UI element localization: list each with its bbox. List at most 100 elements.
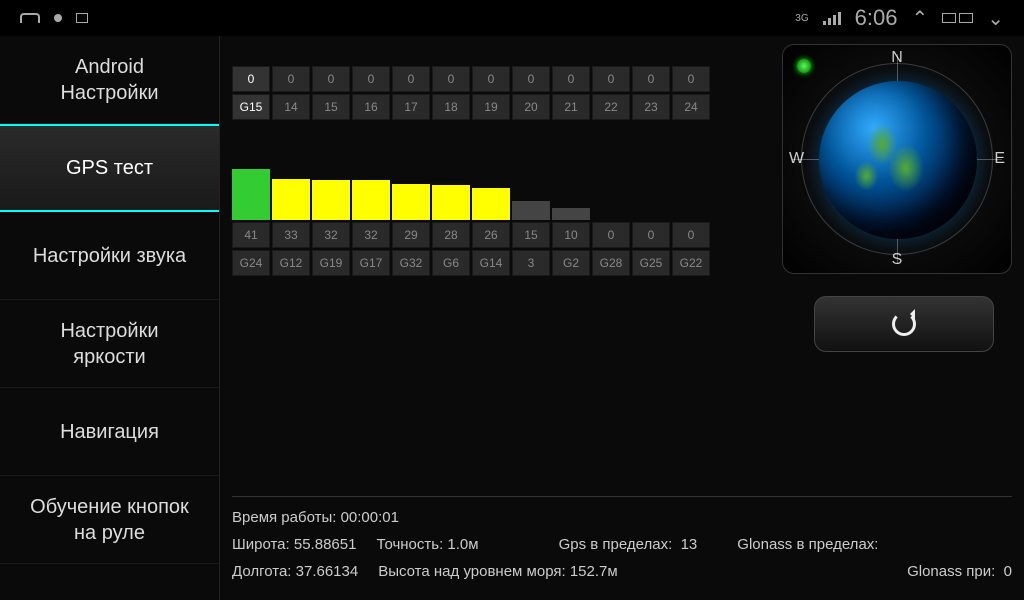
sat-cell: 14	[272, 94, 310, 120]
sat-cell: 0	[592, 66, 630, 92]
sat-cell: G12	[272, 250, 310, 276]
sat-cell: 0	[552, 66, 590, 92]
sidebar-item-android-settings[interactable]: Android Настройки	[0, 36, 219, 124]
sidebar-item-gps-test[interactable]: GPS тест	[0, 124, 219, 212]
lon-value: 37.66134	[296, 563, 359, 580]
lat-label: Широта:	[232, 536, 290, 553]
sat-cell: 29	[392, 222, 430, 248]
status-bar: 3G 6:06 ⌃ ⌄	[0, 0, 1024, 36]
refresh-button[interactable]	[814, 296, 994, 352]
sat-cell: 0	[272, 66, 310, 92]
sat-cell: G24	[232, 250, 270, 276]
signal-bar	[352, 180, 390, 220]
lon-label: Долгота:	[232, 563, 291, 580]
sat-cell: 15	[512, 222, 550, 248]
sat-cell: 32	[352, 222, 390, 248]
signal-bar	[512, 201, 550, 220]
signal-bar	[272, 179, 310, 220]
sat-cell: 15	[312, 94, 350, 120]
sat-cell: 23	[632, 94, 670, 120]
sat-cell: 28	[432, 222, 470, 248]
sat-cell: G17	[352, 250, 390, 276]
sat-cell: 3	[512, 250, 550, 276]
compass-e: E	[994, 150, 1005, 168]
compass-n: N	[891, 49, 903, 67]
refresh-icon	[892, 312, 916, 336]
sat-cell: 0	[512, 66, 550, 92]
gps-in-label: Gps в пределах:	[559, 536, 673, 553]
sat-cell: 0	[672, 222, 710, 248]
gps-in-value: 13	[681, 536, 698, 553]
sat-cell: 0	[392, 66, 430, 92]
signal-bar	[392, 184, 430, 220]
sat-cell: 0	[672, 66, 710, 92]
sat-cell: 0	[632, 222, 670, 248]
sidebar-item-steering-wheel[interactable]: Обучение кнопок на руле	[0, 476, 219, 564]
glo-at-label: Glonass при:	[907, 563, 995, 580]
sat-cell: 16	[352, 94, 390, 120]
sat-cell: 21	[552, 94, 590, 120]
glo-at-value: 0	[1004, 563, 1012, 580]
acc-value: 1.0м	[447, 536, 478, 553]
sat-cell: 0	[352, 66, 390, 92]
recent-apps-icon[interactable]	[942, 13, 973, 23]
acc-label: Точность:	[376, 536, 443, 553]
signal-bar	[312, 180, 350, 220]
sat-cell: G6	[432, 250, 470, 276]
sat-cell: 26	[472, 222, 510, 248]
network-label: 3G	[795, 13, 808, 24]
sat-cell: 10	[552, 222, 590, 248]
compass-widget: N S E W	[782, 44, 1012, 274]
sat-cell: 32	[312, 222, 350, 248]
sat-cell: G22	[672, 250, 710, 276]
clock: 6:06	[855, 5, 898, 31]
sat-cell: 24	[672, 94, 710, 120]
alt-value: 152.7м	[570, 563, 618, 580]
sat-cell: 41	[232, 222, 270, 248]
chevron-down-icon[interactable]: ⌄	[987, 6, 1004, 31]
sat-cell: G15	[232, 94, 270, 120]
sat-cell: 17	[392, 94, 430, 120]
sidebar: Android Настройки GPS тест Настройки зву…	[0, 36, 220, 600]
compass-s: S	[892, 251, 903, 269]
signal-bar	[472, 188, 510, 220]
info-panel: Время работы: 00:00:01 Широта: 55.88651 …	[232, 496, 1012, 590]
status-led-icon	[797, 59, 811, 73]
uptime-label: Время работы:	[232, 509, 336, 526]
signal-bar	[552, 208, 590, 220]
glo-in-label: Glonass в пределах:	[737, 536, 878, 553]
sat-cell: G25	[632, 250, 670, 276]
signal-bar	[232, 169, 270, 220]
globe-icon	[819, 81, 977, 239]
sat-cell: G32	[392, 250, 430, 276]
lat-value: 55.88651	[294, 536, 357, 553]
record-icon	[54, 14, 62, 22]
uptime-value: 00:00:01	[341, 509, 399, 526]
sat-cell: G19	[312, 250, 350, 276]
sat-cell: 20	[512, 94, 550, 120]
sidebar-item-navigation[interactable]: Навигация	[0, 388, 219, 476]
window-icon	[76, 13, 88, 23]
alt-label: Высота над уровнем моря:	[378, 563, 565, 580]
sat-cell: 0	[312, 66, 350, 92]
sidebar-item-sound-settings[interactable]: Настройки звука	[0, 212, 219, 300]
chevron-up-icon[interactable]: ⌃	[911, 6, 928, 31]
sat-cell: 0	[432, 66, 470, 92]
home-icon	[20, 13, 40, 23]
sat-cell: 0	[592, 222, 630, 248]
signal-icon	[823, 12, 841, 25]
sat-cell: 19	[472, 94, 510, 120]
sat-cell: 0	[232, 66, 270, 92]
sidebar-item-brightness-settings[interactable]: Настройки яркости	[0, 300, 219, 388]
signal-bar	[432, 185, 470, 220]
sat-cell: 0	[632, 66, 670, 92]
sat-cell: 22	[592, 94, 630, 120]
sat-cell: G28	[592, 250, 630, 276]
sat-cell: 33	[272, 222, 310, 248]
sat-cell: G2	[552, 250, 590, 276]
sat-cell: G14	[472, 250, 510, 276]
compass-w: W	[789, 150, 804, 168]
sat-cell: 18	[432, 94, 470, 120]
sat-cell: 0	[472, 66, 510, 92]
content-area: 000000000000 G151415161718192021222324 4…	[220, 36, 1024, 600]
